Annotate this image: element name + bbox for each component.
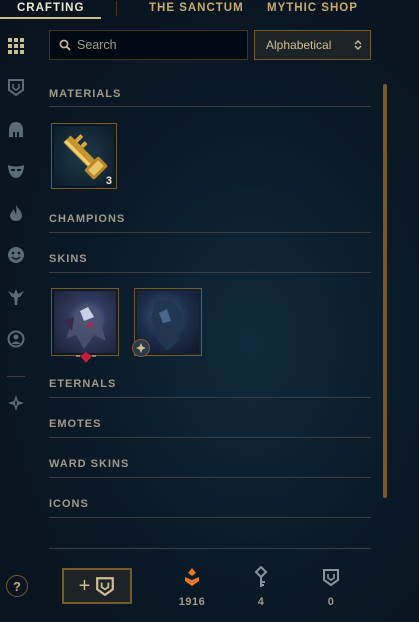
active-tab-underline [0,17,101,19]
legacy-badge-icon [132,339,150,357]
orange-essence-icon [185,568,199,586]
section-title-icons: ICONS [49,498,89,510]
skin-figure-art [62,303,106,349]
chest-icon [323,569,339,587]
section-title-eternals: ETERNALS [49,378,117,390]
section-skins: SKINS [49,253,371,265]
emote-face-icon[interactable] [5,244,27,266]
summoner-icon-icon[interactable] [5,328,27,350]
section-title-skins: SKINS [49,253,88,265]
footer-divider [49,548,371,549]
chest-value: 0 [327,596,335,608]
section-title-ward-skins: WARD SKINS [49,458,130,470]
tab-mythic-shop[interactable]: MYTHIC SHOP [267,0,358,16]
section-champions: CHAMPIONS [49,213,371,225]
section-divider [49,106,371,107]
search-input[interactable] [71,37,247,53]
search-field[interactable] [49,30,248,60]
material-tile-hextech-key[interactable]: 3 [51,123,117,189]
section-icons: ICONS [49,498,371,510]
section-emotes: EMOTES [49,418,371,430]
chest-icon [96,577,115,596]
sort-dropdown[interactable]: Alphabetical [254,30,371,60]
sort-selected-value: Alphabetical [266,38,332,52]
section-title-emotes: EMOTES [49,418,102,430]
scrollbar[interactable] [383,84,387,498]
section-divider [49,517,371,518]
orange-essence-counter: 1916 [172,566,212,608]
tab-the-sanctum[interactable]: THE SANCTUM [149,0,244,16]
top-tab-bar: CRAFTING THE SANCTUM MYTHIC SHOP [0,0,419,19]
eternals-flame-icon[interactable] [5,202,27,224]
tab-crafting[interactable]: CRAFTING [17,0,84,16]
add-label: + [78,575,91,597]
tab-divider [116,1,117,16]
sort-chevron-icon [354,40,362,50]
key-fragment-value: 4 [257,596,265,608]
help-label: ? [13,578,21,594]
all-items-grid-icon[interactable] [5,35,27,57]
add-chest-button[interactable]: + [62,568,132,604]
help-button[interactable]: ? [6,575,28,597]
orange-essence-value: 1916 [178,596,206,608]
section-divider [49,397,371,398]
chest-counter: 0 [311,566,351,608]
section-divider [49,232,371,233]
section-divider [49,437,371,438]
key-fragment-icon [254,566,268,587]
section-ward-skins: WARD SKINS [49,458,371,470]
section-title-materials: MATERIALS [49,88,122,100]
skin-mask-icon[interactable] [5,160,27,182]
sidebar-divider [7,376,25,377]
section-divider [49,272,371,273]
gemstone-badge-icon [76,352,96,363]
section-materials: MATERIALS [49,88,371,100]
category-sidebar [0,28,34,622]
section-eternals: ETERNALS [49,378,371,390]
chest-icon[interactable] [5,76,27,98]
section-title-champions: CHAMPIONS [49,213,126,225]
section-divider [49,477,371,478]
champion-helmet-icon[interactable] [5,119,27,141]
search-icon [59,39,71,51]
key-fragment-counter: 4 [241,566,281,608]
tft-icon[interactable] [5,392,27,414]
item-count: 3 [105,175,112,187]
hextech-key-icon [63,134,108,180]
scrollbar-thumb[interactable] [383,84,387,498]
skin-tile[interactable] [51,288,119,356]
ward-icon[interactable] [5,286,27,308]
